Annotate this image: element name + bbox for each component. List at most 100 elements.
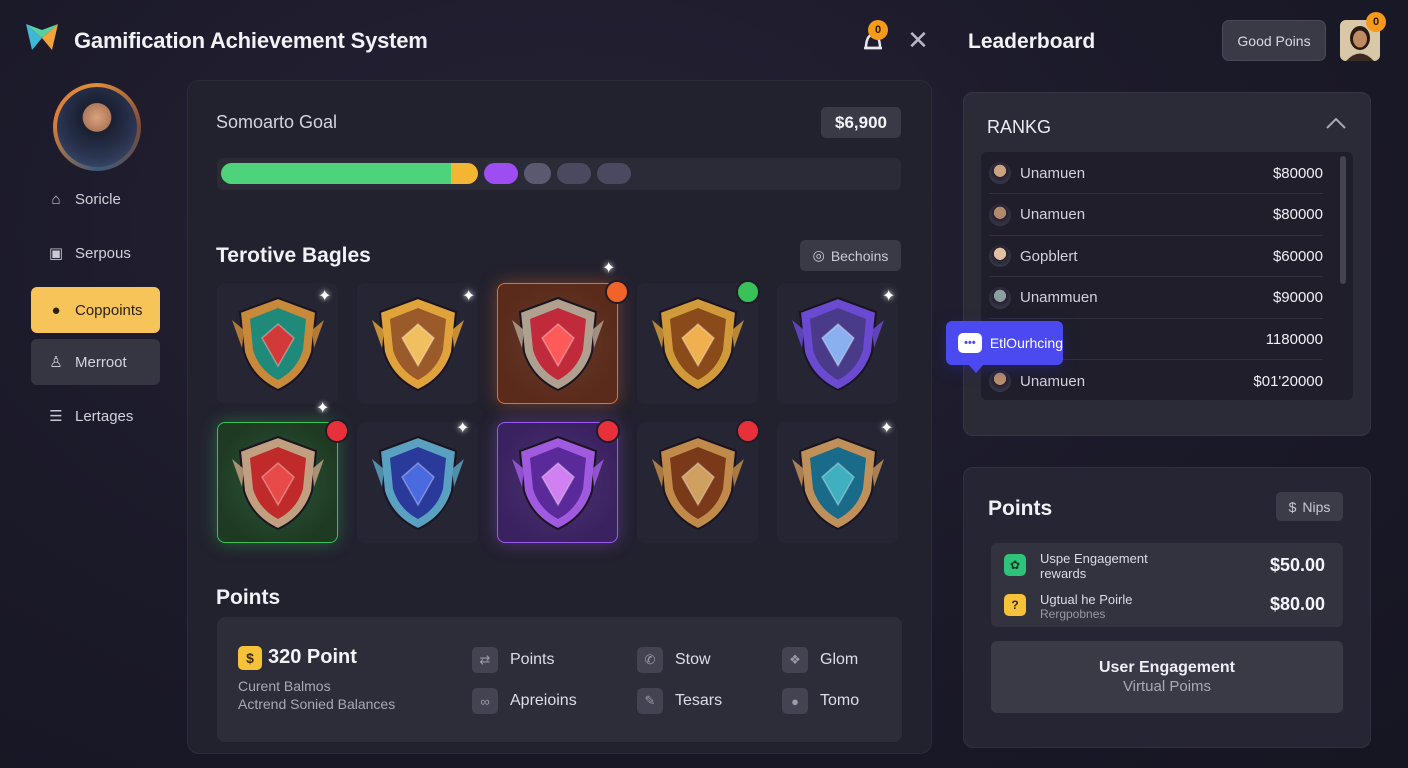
coin-icon: $ [238,646,262,670]
reward-value: $50.00 [1270,555,1326,575]
tomo-link[interactable]: ● Tomo [782,688,859,714]
sidebar-item-soricle[interactable]: ⌂ Soricle [31,176,160,222]
app-title: Gamification Achievement System [74,28,428,53]
points-title: Points [216,586,281,609]
glom-link-label: Glom [820,651,859,668]
dollar-icon: $ [1288,498,1297,515]
box-icon: ▣ [48,245,64,262]
ranking-avatar [989,245,1011,267]
ranking-row[interactable]: Unamuen $01'20000 [989,361,1323,402]
profile-avatar[interactable]: 0 [1340,12,1386,61]
app-logo-icon [26,24,58,50]
ranking-title: RANKG [987,117,1052,137]
sparkle-icon: ✦ [602,260,616,277]
sections-button-label: Bechoins [830,247,889,264]
goal-value: $6,900 [821,107,901,138]
shield-icon [231,435,324,530]
progress-segment [597,163,631,184]
ranking-score: $80000 [1272,164,1323,182]
points-panel-title: Points [988,497,1053,520]
sidebar-item-coppoints[interactable]: ● Coppoints [31,287,160,333]
sidebar-item-label: Lertages [75,407,134,425]
goal-progress-bar [217,158,901,190]
ranking-avatar [989,286,1011,309]
tesars-link-label: Tesars [675,692,723,709]
badge-status-dot [736,280,760,304]
badge-golden-mask-shield[interactable] [357,283,478,404]
sections-button[interactable]: ◎ Bechoins [800,240,901,271]
chevron-up-icon[interactable] [1324,112,1348,136]
tesars-link[interactable]: ✎ Tesars [637,688,722,714]
badges-title: Terotive Bagles [216,244,371,267]
ranking-row[interactable]: Unammuen $90000 [989,278,1323,319]
nips-button-label: Nips [1302,498,1331,515]
engagement-rewards-icon: ✿ [1004,554,1026,576]
ranking-row[interactable]: Gopblert $60000 [989,236,1323,277]
badge-violet-star-emblem[interactable] [777,283,898,404]
sidebar-item-label: Soricle [75,190,121,208]
sparkle-icon: ✦ [462,288,476,305]
target-icon: ◎ [812,247,825,263]
shield-icon [371,435,464,530]
stow-link[interactable]: ✆ Stow [637,647,711,673]
ranking-score: $90000 [1272,289,1323,306]
ranking-name: Unamuen [1020,206,1086,223]
sidebar-item-merroot[interactable]: ♙ Merroot [31,339,160,385]
sparkle-icon: ✦ [318,288,332,305]
link-icon: ∞ [472,688,498,714]
good-points-button[interactable]: Good Poins [1222,20,1326,61]
sidebar-item-serpous[interactable]: ▣ Serpous [31,230,160,276]
ranking-name: Gopblert [1020,247,1078,265]
cube-icon: ❖ [782,647,808,673]
user-engagement-button[interactable]: User Engagement Virtual Poims [991,641,1343,713]
ranking-row[interactable]: Unamuen $80000 [989,195,1323,236]
ranking-avatar [989,203,1011,226]
reward-name: Uspe Engagement [1040,551,1148,566]
cta-line1: User Engagement [1098,659,1236,676]
points-link[interactable]: ⇄ Points [472,647,554,673]
progress-segment [524,163,551,184]
sidebar-item-lertages[interactable]: ☰ Lertages [31,393,160,439]
close-icon[interactable]: ✕ [904,26,932,54]
ranking-scrollbar[interactable] [1340,156,1346,284]
badge-sapphire-medal[interactable] [357,422,478,543]
stow-link-label: Stow [675,651,711,668]
ranking-name: Unamuen [1020,164,1086,182]
notifications-button[interactable]: 0 [856,20,892,56]
home-icon: ⌂ [51,190,61,208]
reward-value: $80.00 [1270,594,1326,614]
glom-link[interactable]: ❖ Glom [782,647,858,673]
tooltip-text: EtlOurhcing [989,335,1063,351]
sparkle-icon: ✦ [316,400,330,417]
progress-segment [451,163,478,184]
phone-icon: ✆ [637,647,663,673]
sidebar-item-label: Serpous [75,244,131,262]
circle-icon: ● [782,688,808,714]
shield-icon [231,296,324,391]
apreioins-link[interactable]: ∞ Apreioins [472,688,577,714]
badge-ruby-heart-shield[interactable] [497,283,618,404]
shield-icon [651,435,744,530]
notification-count-badge: 0 [868,20,888,40]
badge-status-dot [596,419,620,443]
progress-segment [221,163,451,184]
reward-sub: Rergpobnes [1040,607,1106,621]
goal-label: Somoarto Goal [216,112,338,132]
ranking-row[interactable]: Unamuen $80000 [989,153,1323,194]
cta-line2: Virtual Poims [1122,678,1212,695]
user-avatar[interactable] [53,83,141,171]
badge-teal-crest[interactable] [777,422,898,543]
shield-icon [511,296,604,391]
points-link-label: Points [510,651,555,668]
user-icon: ♙ [49,354,63,371]
chat-icon: ••• [958,333,982,353]
progress-segment [484,163,518,184]
current-balance-label: Curent Balmos [238,678,331,694]
nips-button[interactable]: $ Nips [1276,492,1343,521]
badge-crimson-wing-shield[interactable] [217,422,338,543]
ranking-score: $80000 [1272,206,1323,223]
shield-icon [651,296,744,391]
ranking-score: $01'20000 [1253,372,1323,390]
sidebar-item-label: Coppoints [75,301,143,319]
sparkle-icon: ✦ [880,420,894,437]
